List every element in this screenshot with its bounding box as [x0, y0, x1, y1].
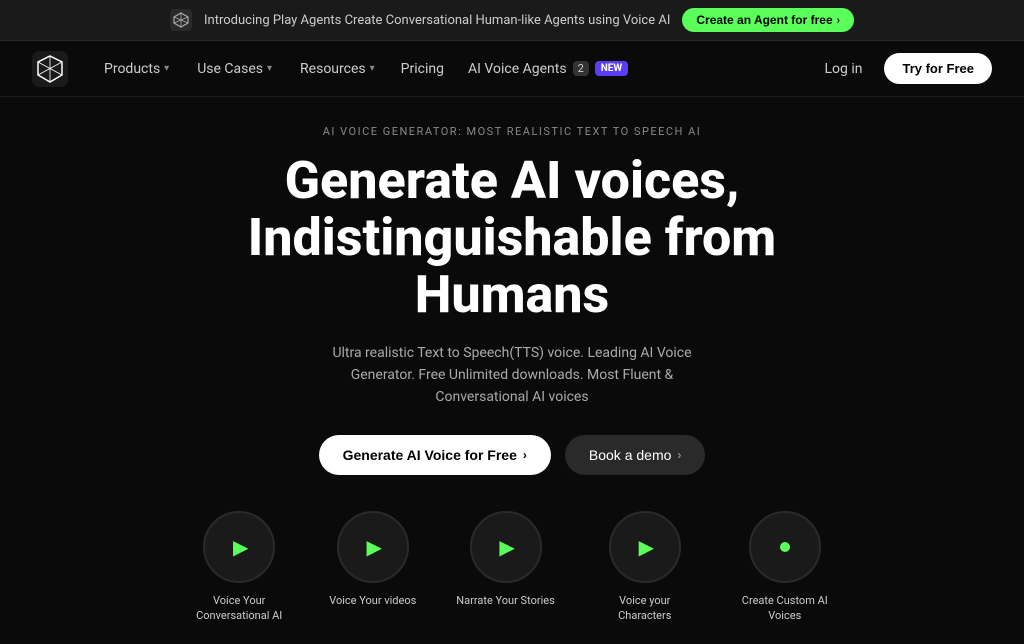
- feature-item-stories: ▶ Narrate Your Stories: [456, 511, 554, 608]
- play-icon: ▶: [367, 535, 382, 559]
- nav-use-cases[interactable]: Use Cases ▾: [185, 55, 284, 83]
- play-icon: ▶: [233, 535, 248, 559]
- hero-section: AI VOICE GENERATOR: MOST REALISTIC TEXT …: [0, 97, 1024, 644]
- nav-logo-icon[interactable]: [32, 51, 68, 87]
- feature-play-conversational[interactable]: ▶: [203, 511, 275, 583]
- play-icon: ▶: [499, 535, 514, 559]
- announcement-text: Introducing Play Agents Create Conversat…: [204, 13, 670, 28]
- feature-label-stories: Narrate Your Stories: [456, 593, 554, 608]
- generate-voice-button[interactable]: Generate AI Voice for Free ›: [319, 435, 551, 475]
- hero-subtitle: Ultra realistic Text to Speech(TTS) voic…: [322, 342, 702, 409]
- try-for-free-button[interactable]: Try for Free: [884, 53, 992, 84]
- hero-title: Generate AI voices, Indistinguishable fr…: [248, 152, 776, 324]
- voice-agents-count-badge: 2: [573, 61, 589, 76]
- nav-voice-agents[interactable]: AI Voice Agents 2 NEW: [458, 55, 638, 83]
- play-icon: ▶: [639, 535, 654, 559]
- feature-item-custom: Create Custom AI Voices: [735, 511, 835, 624]
- login-button[interactable]: Log in: [814, 55, 872, 83]
- nav-items: Products ▾ Use Cases ▾ Resources ▾ Prici…: [92, 55, 806, 83]
- feature-play-characters[interactable]: ▶: [609, 511, 681, 583]
- nav-products[interactable]: Products ▾: [92, 55, 181, 83]
- announcement-cta-arrow-icon: ›: [837, 15, 840, 26]
- feature-item-videos: ▶ Voice Your videos: [329, 511, 416, 608]
- use-cases-chevron-icon: ▾: [267, 63, 272, 74]
- announcement-cta-button[interactable]: Create an Agent for free ›: [682, 8, 854, 32]
- nav-right: Log in Try for Free: [814, 53, 992, 84]
- generate-arrow-icon: ›: [523, 448, 527, 462]
- feature-label-conversational: Voice Your Conversational AI: [189, 593, 289, 624]
- feature-play-custom[interactable]: [749, 511, 821, 583]
- demo-arrow-icon: ›: [677, 448, 681, 462]
- hero-tag: AI VOICE GENERATOR: MOST REALISTIC TEXT …: [323, 125, 702, 138]
- nav-resources[interactable]: Resources ▾: [288, 55, 387, 83]
- feature-label-characters: Voice your Characters: [595, 593, 695, 624]
- navbar: Products ▾ Use Cases ▾ Resources ▾ Prici…: [0, 41, 1024, 97]
- feature-item-conversational: ▶ Voice Your Conversational AI: [189, 511, 289, 624]
- announcement-bar: Introducing Play Agents Create Conversat…: [0, 0, 1024, 41]
- feature-play-videos[interactable]: ▶: [337, 511, 409, 583]
- voice-agents-new-badge: NEW: [595, 61, 628, 76]
- feature-label-videos: Voice Your videos: [329, 593, 416, 608]
- feature-play-stories[interactable]: ▶: [470, 511, 542, 583]
- hero-buttons: Generate AI Voice for Free › Book a demo…: [319, 435, 706, 475]
- announcement-logo-icon: [170, 9, 192, 31]
- resources-chevron-icon: ▾: [370, 63, 375, 74]
- products-chevron-icon: ▾: [164, 63, 169, 74]
- nav-pricing[interactable]: Pricing: [391, 55, 454, 83]
- feature-circles: ▶ Voice Your Conversational AI ▶ Voice Y…: [189, 511, 835, 624]
- book-demo-button[interactable]: Book a demo ›: [565, 435, 706, 475]
- feature-label-custom: Create Custom AI Voices: [735, 593, 835, 624]
- feature-item-characters: ▶ Voice your Characters: [595, 511, 695, 624]
- dot-icon: [780, 542, 790, 552]
